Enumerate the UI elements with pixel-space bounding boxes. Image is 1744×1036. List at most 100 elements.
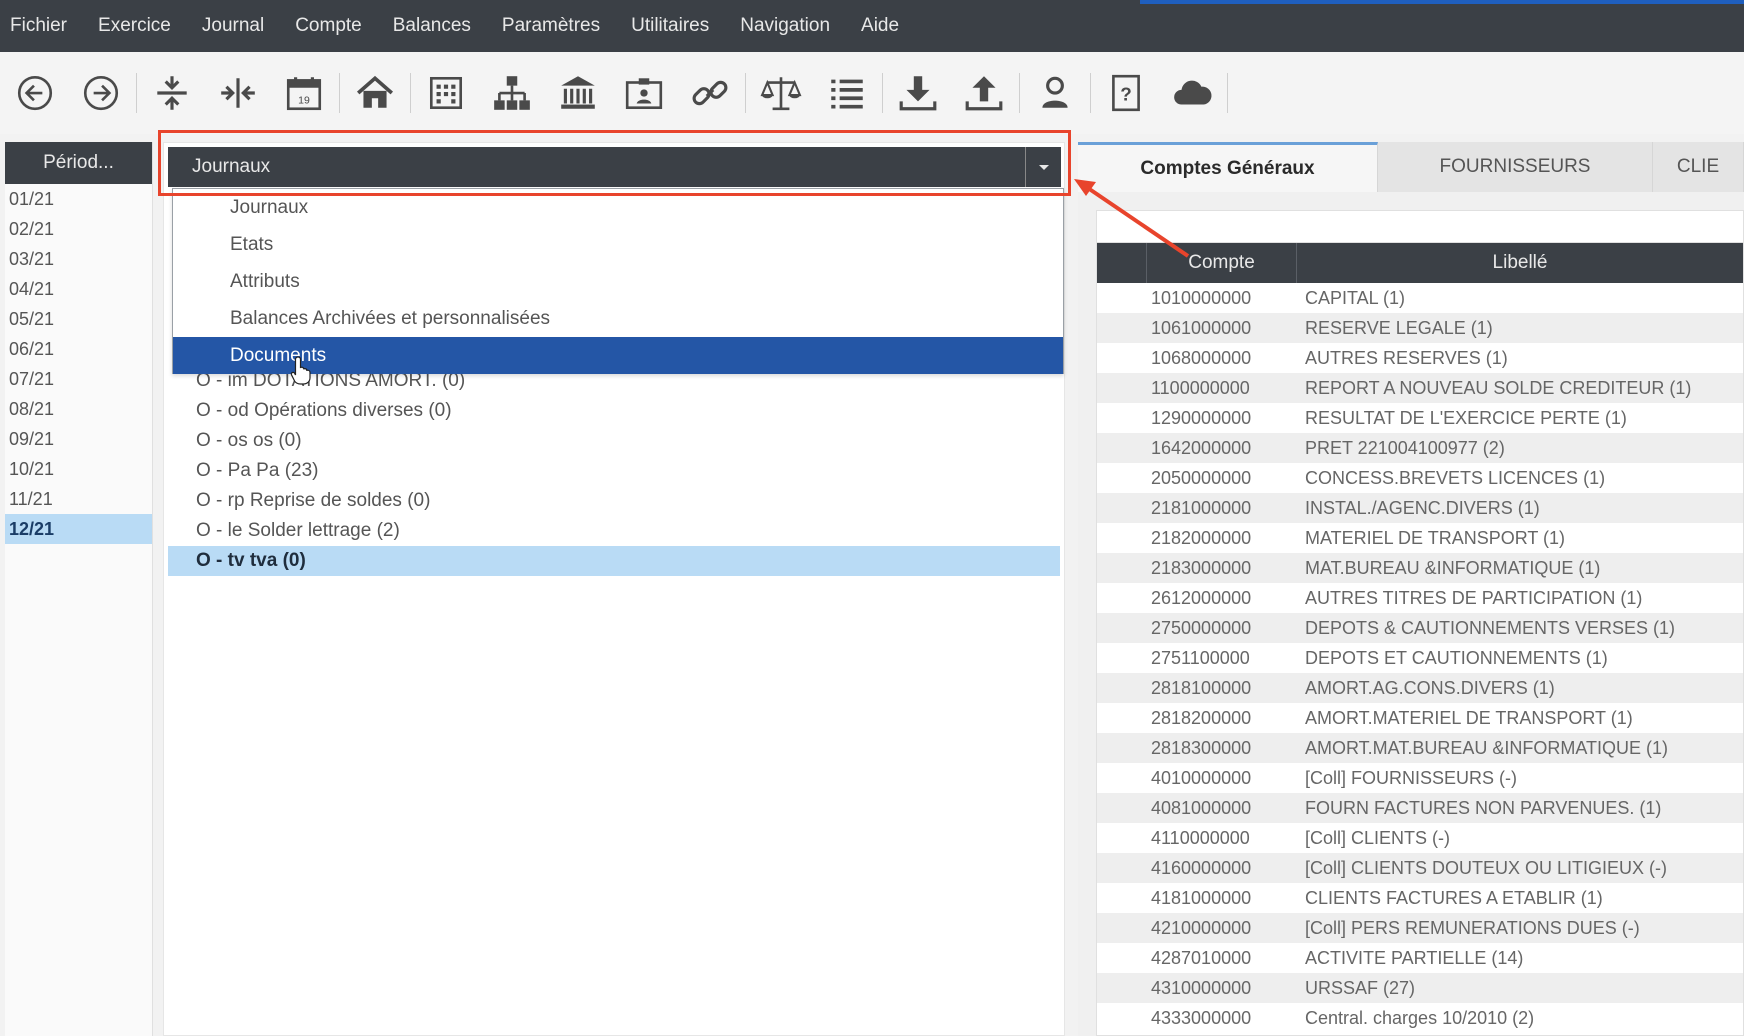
period-row[interactable]: 07/21 [5, 364, 152, 394]
table-row[interactable]: 2750000000 DEPOTS & CAUTIONNEMENTS VERSES… [1097, 613, 1743, 643]
period-row[interactable]: 01/21 [5, 184, 152, 214]
forward-icon[interactable] [76, 68, 126, 118]
row-indicator [1097, 853, 1147, 883]
period-row[interactable]: 08/21 [5, 394, 152, 424]
table-row[interactable]: 4310000000 URSSAF (27) [1097, 973, 1743, 1003]
toolbar-separator [136, 73, 137, 113]
tab-clients[interactable]: CLIE [1653, 142, 1744, 192]
table-row[interactable]: 4110000000 [Coll] CLIENTS (-) [1097, 823, 1743, 853]
balance-scale-icon[interactable] [756, 68, 806, 118]
bank-icon[interactable] [553, 68, 603, 118]
period-row[interactable]: 11/21 [5, 484, 152, 514]
menu-utilitaires[interactable]: Utilitaires [631, 15, 709, 37]
dropdown-option-journaux[interactable]: Journaux [173, 189, 1063, 226]
period-row[interactable]: 03/21 [5, 244, 152, 274]
collapse-vertical-icon[interactable] [147, 68, 197, 118]
cell-libelle: RESERVE LEGALE (1) [1305, 318, 1493, 338]
cell-libelle: URSSAF (27) [1305, 978, 1416, 998]
cell-compte: 1642000000 [1151, 438, 1252, 458]
svg-text:?: ? [1120, 84, 1132, 105]
table-row[interactable]: 1100000000 REPORT A NOUVEAU SOLDE CREDITE… [1097, 373, 1743, 403]
menu-parametres[interactable]: Paramètres [502, 15, 600, 37]
list-icon[interactable] [822, 68, 872, 118]
table-row[interactable]: 2818300000 AMORT.MAT.BUREAU &INFORMATIQUE… [1097, 733, 1743, 763]
table-row[interactable]: 2183000000 MAT.BUREAU &INFORMATIQUE (1) [1097, 553, 1743, 583]
period-row[interactable]: 09/21 [5, 424, 152, 454]
table-row[interactable]: 2182000000 MATERIEL DE TRANSPORT (1) [1097, 523, 1743, 553]
journal-row[interactable]: O - od Opérations diverses (0) [168, 396, 1060, 426]
cell-compte: 4287010000 [1151, 948, 1252, 968]
org-chart-icon[interactable] [487, 68, 537, 118]
row-indicator [1097, 733, 1147, 763]
dropdown-option-etats[interactable]: Etats [173, 226, 1063, 263]
calendar-icon[interactable]: 19 [279, 68, 329, 118]
table-row[interactable]: 1642000000 PRET 221004100977 (2) [1097, 433, 1743, 463]
journal-row-selected[interactable]: O - tv tva (0) [168, 546, 1060, 576]
journal-type-select[interactable]: Journaux [168, 147, 1061, 187]
row-indicator [1097, 523, 1147, 553]
menu-navigation[interactable]: Navigation [740, 15, 830, 37]
row-indicator [1097, 883, 1147, 913]
link-icon[interactable] [685, 68, 735, 118]
table-row[interactable]: 4333000000 Central. charges 10/2010 (2) [1097, 1003, 1743, 1033]
table-row[interactable]: 2751100000 DEPOTS ET CAUTIONNEMENTS (1) [1097, 643, 1743, 673]
building-icon[interactable] [421, 68, 471, 118]
dropdown-option-balances[interactable]: Balances Archivées et personnalisées [173, 300, 1063, 337]
menu-aide[interactable]: Aide [861, 15, 899, 37]
collapse-horizontal-icon[interactable] [213, 68, 263, 118]
column-header-libelle[interactable]: Libellé [1297, 243, 1743, 283]
cell-compte: 2181000000 [1151, 498, 1252, 518]
period-row[interactable]: 10/21 [5, 454, 152, 484]
row-indicator [1097, 373, 1147, 403]
row-indicator [1097, 793, 1147, 823]
table-row[interactable]: 4287010000 ACTIVITE PARTIELLE (14) [1097, 943, 1743, 973]
period-row-selected[interactable]: 12/21 [5, 514, 152, 544]
table-row[interactable]: 2181000000 INSTAL./AGENC.DIVERS (1) [1097, 493, 1743, 523]
table-row[interactable]: 2818100000 AMORT.AG.CONS.DIVERS (1) [1097, 673, 1743, 703]
table-row[interactable]: 2050000000 CONCESS.BREVETS LICENCES (1) [1097, 463, 1743, 493]
cloud-icon[interactable] [1167, 68, 1217, 118]
journal-row[interactable]: O - rp Reprise de soldes (0) [168, 486, 1060, 516]
row-indicator [1097, 1003, 1147, 1033]
row-indicator [1097, 973, 1147, 1003]
table-row[interactable]: 4081000000 FOURN FACTURES NON PARVENUES. … [1097, 793, 1743, 823]
user-icon[interactable] [1030, 68, 1080, 118]
period-row[interactable]: 05/21 [5, 304, 152, 334]
download-icon[interactable] [893, 68, 943, 118]
journal-row[interactable]: O - le Solder lettrage (2) [168, 516, 1060, 546]
upload-icon[interactable] [959, 68, 1009, 118]
row-indicator [1097, 763, 1147, 793]
home-icon[interactable] [350, 68, 400, 118]
period-row[interactable]: 04/21 [5, 274, 152, 304]
period-row[interactable]: 06/21 [5, 334, 152, 364]
contact-card-icon[interactable] [619, 68, 669, 118]
table-row[interactable]: 1068000000 AUTRES RESERVES (1) [1097, 343, 1743, 373]
menu-compte[interactable]: Compte [295, 15, 362, 37]
table-row[interactable]: 1010000000 CAPITAL (1) [1097, 283, 1743, 313]
menu-balances[interactable]: Balances [393, 15, 471, 37]
table-row[interactable]: 2612000000 AUTRES TITRES DE PARTICIPATION… [1097, 583, 1743, 613]
period-row[interactable]: 02/21 [5, 214, 152, 244]
back-icon[interactable] [10, 68, 60, 118]
menu-exercice[interactable]: Exercice [98, 15, 171, 37]
table-row[interactable]: 4181000000 CLIENTS FACTURES A ETABLIR (1) [1097, 883, 1743, 913]
hand-cursor-icon [290, 355, 314, 390]
chevron-down-icon[interactable] [1025, 147, 1061, 187]
cell-compte: 2182000000 [1151, 528, 1252, 548]
menu-journal[interactable]: Journal [202, 15, 264, 37]
table-row[interactable]: 4210000000 [Coll] PERS REMUNERATIONS DUES… [1097, 913, 1743, 943]
table-row[interactable]: 4160000000 [Coll] CLIENTS DOUTEUX OU LITI… [1097, 853, 1743, 883]
dropdown-option-attributs[interactable]: Attributs [173, 263, 1063, 300]
period-panel: Périod... 01/21 02/21 03/21 04/21 05/21 … [5, 142, 153, 1036]
table-row[interactable]: 2818200000 AMORT.MATERIEL DE TRANSPORT (1… [1097, 703, 1743, 733]
table-row[interactable]: 4010000000 [Coll] FOURNISSEURS (-) [1097, 763, 1743, 793]
cell-libelle: [Coll] CLIENTS (-) [1305, 828, 1451, 848]
journal-row[interactable]: O - Pa Pa (23) [168, 456, 1060, 486]
help-icon[interactable]: ? [1101, 68, 1151, 118]
table-row[interactable]: 1290000000 RESULTAT DE L'EXERCICE PERTE (… [1097, 403, 1743, 433]
table-row[interactable]: 1061000000 RESERVE LEGALE (1) [1097, 313, 1743, 343]
tab-fournisseurs[interactable]: FOURNISSEURS [1378, 142, 1653, 192]
menu-fichier[interactable]: Fichier [10, 15, 67, 37]
period-header[interactable]: Périod... [5, 142, 152, 184]
journal-row[interactable]: O - os os (0) [168, 426, 1060, 456]
